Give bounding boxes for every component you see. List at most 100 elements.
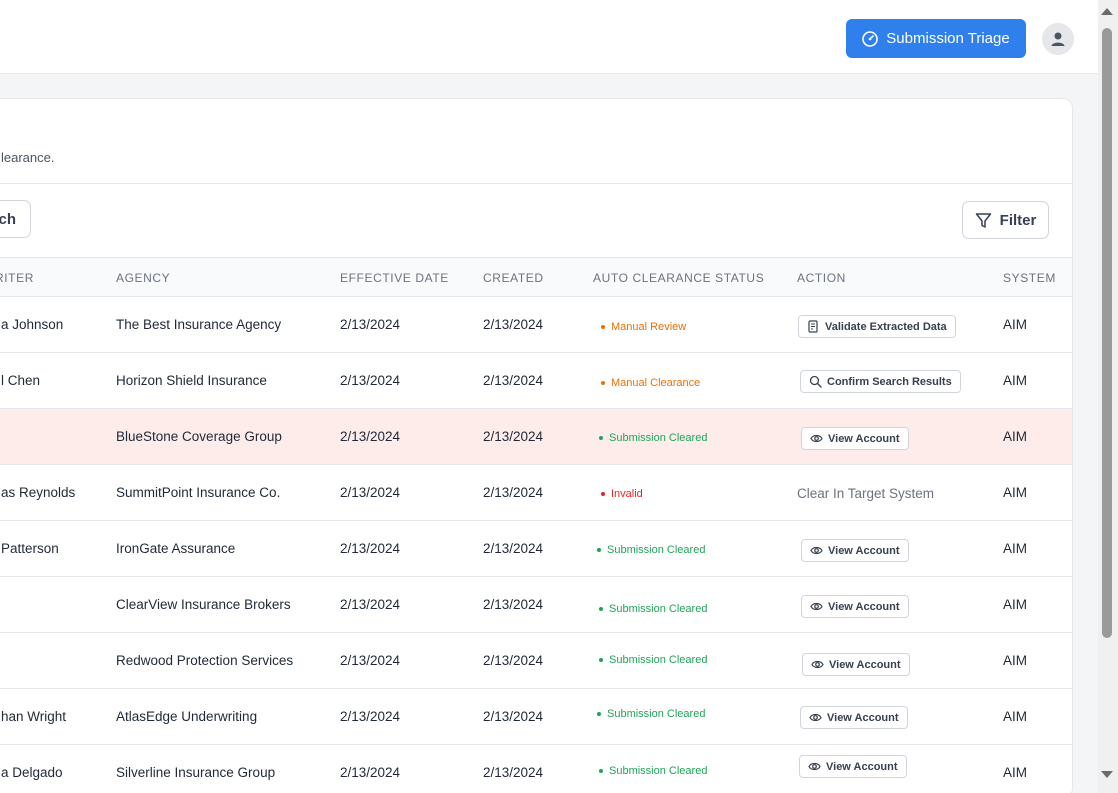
effective-date-cell: 2/13/2024 [340, 317, 401, 332]
action-label: View Account [828, 600, 900, 613]
system-cell: AIM [1003, 653, 1028, 668]
column-action[interactable]: ACTION [797, 271, 846, 285]
divider [0, 183, 1072, 184]
table-row[interactable]: BlueStone Coverage Group 2/13/2024 2/13/… [0, 409, 1072, 465]
column-auto-clearance-status[interactable]: AUTO CLEARANCE STATUS [593, 271, 764, 285]
effective-date-cell: 2/13/2024 [340, 653, 401, 668]
underwriter-cell: a Johnson [1, 317, 64, 332]
agency-cell: SummitPoint Insurance Co. [116, 485, 281, 500]
created-cell: 2/13/2024 [483, 709, 544, 724]
created-cell: 2/13/2024 [483, 485, 544, 500]
underwriter-cell: as Reynolds [1, 485, 76, 500]
effective-date-cell: 2/13/2024 [340, 597, 401, 612]
user-avatar[interactable] [1042, 23, 1074, 55]
view-account-button[interactable]: View Account [801, 427, 909, 450]
view-account-button[interactable]: View Account [802, 653, 910, 676]
status-dot-icon [599, 436, 603, 440]
status-label: Submission Cleared [609, 603, 708, 615]
confirm-search-results-button[interactable]: Confirm Search Results [800, 370, 961, 393]
action-label: View Account [826, 760, 898, 773]
status-label: Submission Cleared [607, 544, 706, 556]
user-icon [1051, 32, 1065, 46]
created-cell: 2/13/2024 [483, 429, 544, 444]
status-badge: Manual Review [595, 318, 692, 336]
vertical-scrollbar[interactable] [1098, 0, 1118, 793]
scroll-thumb[interactable] [1102, 28, 1112, 638]
system-cell: AIM [1003, 597, 1028, 612]
action-label: Validate Extracted Data [825, 320, 947, 333]
column-created[interactable]: CREATED [483, 271, 544, 285]
validate-extracted-data-button[interactable]: Validate Extracted Data [798, 315, 956, 338]
table-row[interactable]: a Johnson The Best Insurance Agency 2/13… [0, 297, 1072, 353]
status-dot-icon [601, 381, 605, 385]
status-badge: Submission Cleared [593, 762, 713, 780]
system-cell: AIM [1003, 709, 1028, 724]
filter-icon [975, 212, 991, 228]
search-icon [809, 375, 822, 388]
submissions-card: learance. ch Filter RWRITER AGENCY EFFEC… [0, 98, 1073, 793]
effective-date-cell: 2/13/2024 [340, 485, 401, 500]
status-dot-icon [601, 325, 605, 329]
system-cell: AIM [1003, 541, 1028, 556]
view-account-button[interactable]: View Account [801, 539, 909, 562]
status-badge: Submission Cleared [593, 600, 713, 618]
column-agency[interactable]: AGENCY [116, 271, 170, 285]
effective-date-cell: 2/13/2024 [340, 709, 401, 724]
search-button[interactable]: ch [0, 200, 31, 238]
agency-cell: Silverline Insurance Group [116, 765, 276, 780]
table-row[interactable]: l Chen Horizon Shield Insurance 2/13/202… [0, 353, 1072, 409]
system-cell: AIM [1003, 765, 1028, 780]
effective-date-cell: 2/13/2024 [340, 429, 401, 444]
table-row[interactable]: Redwood Protection Services 2/13/2024 2/… [0, 633, 1072, 689]
column-system[interactable]: SYSTEM [1003, 271, 1056, 285]
scroll-up-arrow-icon[interactable] [1101, 8, 1113, 15]
status-badge: Invalid [595, 485, 649, 503]
underwriter-cell: han Wright [1, 709, 67, 724]
action-label: View Account [828, 432, 900, 445]
status-label: Submission Cleared [609, 765, 708, 777]
column-underwriter[interactable]: RWRITER [0, 271, 34, 285]
effective-date-cell: 2/13/2024 [340, 541, 401, 556]
agency-cell: AtlasEdge Underwriting [116, 709, 258, 724]
eye-icon [809, 713, 822, 722]
created-cell: 2/13/2024 [483, 765, 544, 780]
action-label: View Account [829, 658, 901, 671]
view-account-button[interactable]: View Account [799, 755, 907, 778]
action-label: Confirm Search Results [827, 375, 952, 388]
document-edit-icon [808, 320, 818, 333]
filter-button[interactable]: Filter [962, 201, 1049, 239]
agency-cell: BlueStone Coverage Group [116, 429, 282, 444]
underwriter-cell: a Delgado [1, 765, 63, 780]
column-effective-date[interactable]: EFFECTIVE DATE [340, 271, 449, 285]
status-badge: Submission Cleared [593, 651, 713, 669]
system-cell: AIM [1003, 429, 1028, 444]
system-cell: AIM [1003, 317, 1028, 332]
status-label: Manual Clearance [611, 377, 701, 389]
view-account-button[interactable]: View Account [800, 706, 908, 729]
scroll-down-arrow-icon[interactable] [1101, 771, 1113, 778]
eye-icon [810, 434, 823, 443]
status-badge: Submission Cleared [593, 429, 713, 447]
table-row[interactable]: Patterson IronGate Assurance 2/13/2024 2… [0, 521, 1072, 577]
agency-cell: Redwood Protection Services [116, 653, 294, 668]
top-bar: Submission Triage [0, 0, 1098, 74]
created-cell: 2/13/2024 [483, 541, 544, 556]
table-row[interactable]: han Wright AtlasEdge Underwriting 2/13/2… [0, 689, 1072, 745]
status-badge: Submission Cleared [591, 705, 711, 723]
gauge-icon [862, 30, 879, 47]
system-cell: AIM [1003, 373, 1028, 388]
agency-cell: Horizon Shield Insurance [116, 373, 267, 388]
submission-triage-button[interactable]: Submission Triage [846, 19, 1026, 58]
underwriter-cell: Patterson [1, 541, 59, 556]
status-dot-icon [597, 548, 601, 552]
created-cell: 2/13/2024 [483, 317, 544, 332]
submission-triage-label: Submission Triage [886, 30, 1010, 47]
table-row[interactable]: a Delgado Silverline Insurance Group 2/1… [0, 745, 1072, 793]
status-dot-icon [599, 769, 603, 773]
created-cell: 2/13/2024 [483, 653, 544, 668]
status-label: Submission Cleared [609, 432, 708, 444]
table-row[interactable]: as Reynolds SummitPoint Insurance Co. 2/… [0, 465, 1072, 521]
underwriter-cell: l Chen [1, 373, 41, 388]
table-row[interactable]: ClearView Insurance Brokers 2/13/2024 2/… [0, 577, 1072, 633]
view-account-button[interactable]: View Account [801, 595, 909, 618]
